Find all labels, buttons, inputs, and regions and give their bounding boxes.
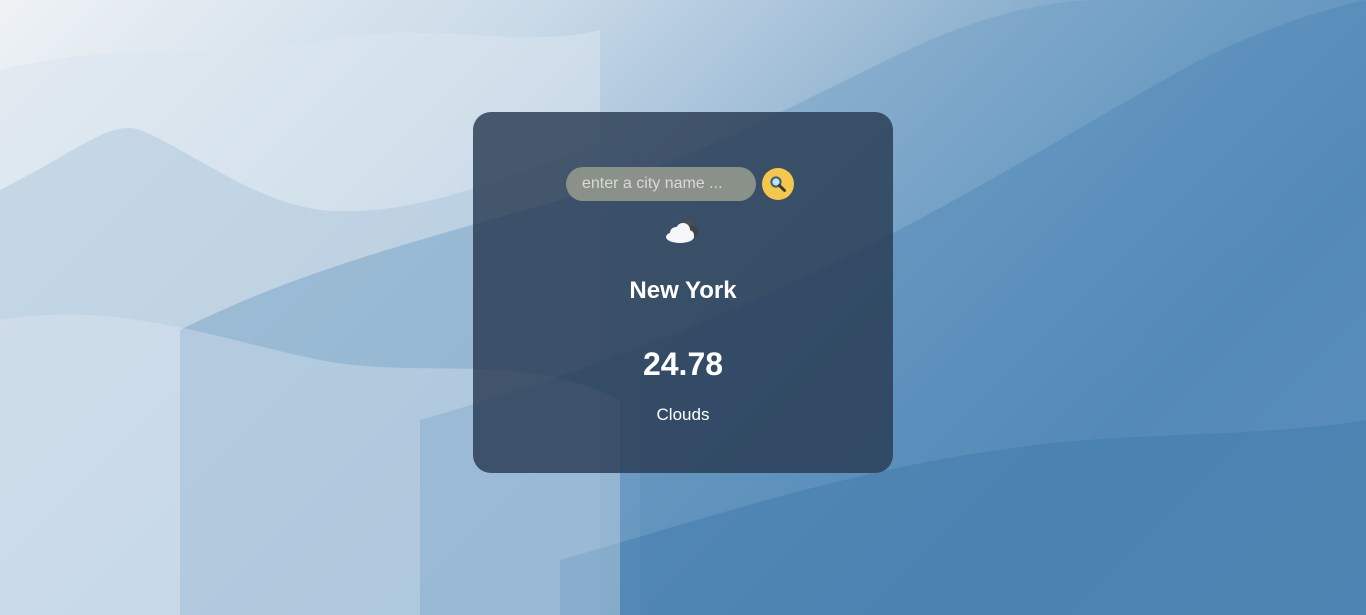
city-name: New York: [629, 277, 737, 304]
cloud-icon: [666, 220, 698, 243]
city-search-input[interactable]: [566, 167, 756, 201]
weather-description: Clouds: [656, 405, 710, 424]
search-bar: [566, 167, 794, 201]
weather-card: New York 24.78 Clouds: [473, 112, 893, 473]
search-button[interactable]: [762, 168, 794, 200]
temperature-value: 24.78: [642, 346, 724, 382]
magnifier-icon: [770, 176, 786, 192]
